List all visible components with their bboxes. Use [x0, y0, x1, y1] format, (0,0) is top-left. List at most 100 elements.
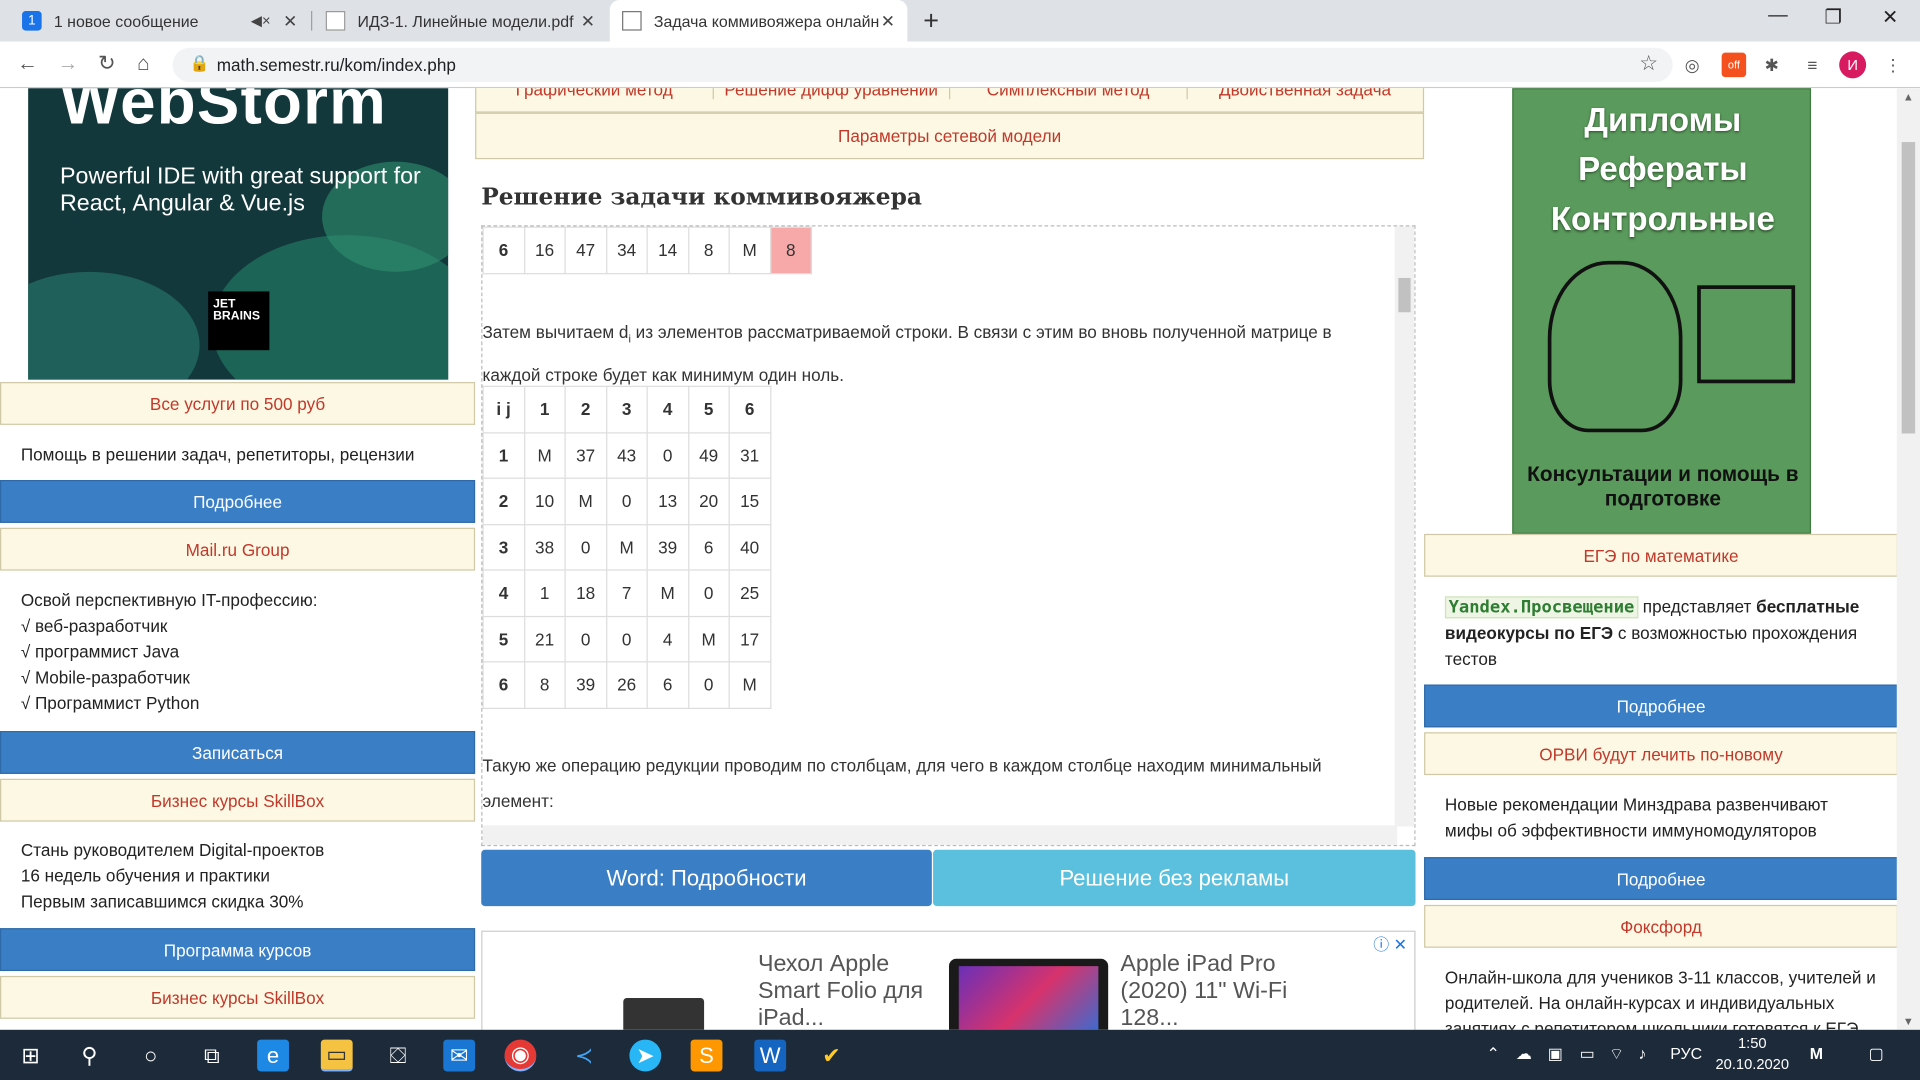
- tab-tsp[interactable]: Задача коммивояжера онлайн ✕: [609, 0, 908, 42]
- tray-app-icon[interactable]: ▣: [1548, 1044, 1563, 1064]
- bookmark-star-icon[interactable]: ☆: [1639, 51, 1658, 75]
- details-button[interactable]: Подробнее: [0, 480, 476, 523]
- diploma-ad[interactable]: Дипломы Рефераты Контрольные Консультаци…: [1512, 88, 1812, 534]
- card-line: √ программист Java: [20, 641, 180, 662]
- window-close-icon[interactable]: ✕: [1882, 5, 1898, 29]
- battery-icon[interactable]: ▭: [1580, 1044, 1595, 1064]
- scroll-thumb[interactable]: [1398, 277, 1411, 313]
- scroll-thumb[interactable]: [1901, 142, 1916, 434]
- word-details-button[interactable]: Word: Подробности: [481, 849, 932, 907]
- product-image[interactable]: [623, 997, 705, 1030]
- search-icon[interactable]: ⚲: [73, 1040, 105, 1072]
- profile-avatar[interactable]: И: [1839, 51, 1867, 79]
- table-cell: 8: [523, 661, 566, 709]
- product-ad[interactable]: Чехол Apple Smart Folio для iPad... Appl…: [481, 930, 1416, 1030]
- card-title[interactable]: Mail.ru Group: [0, 527, 476, 571]
- mail-badge-icon: 1: [22, 11, 42, 31]
- extension-off-icon[interactable]: off: [1721, 52, 1747, 78]
- word-icon[interactable]: W: [754, 1039, 787, 1072]
- new-tab-icon[interactable]: +: [923, 5, 939, 37]
- page-scrollbar[interactable]: ▲ ▼: [1896, 88, 1920, 1030]
- todo-icon[interactable]: ✔: [816, 1040, 848, 1072]
- close-tab-icon[interactable]: ✕: [283, 10, 297, 31]
- table-row: 5 21 0 0 4 M 17: [482, 615, 771, 663]
- table-header-cell: 2: [564, 385, 607, 433]
- solution-frame[interactable]: 6 16 47 34 14 8 M 8 Затем вычитаем di из…: [481, 225, 1416, 847]
- details-button[interactable]: Подробнее: [1424, 684, 1898, 728]
- details-button[interactable]: Подробнее: [1424, 857, 1898, 901]
- lock-icon[interactable]: 🔒: [190, 54, 210, 74]
- card-title[interactable]: Все услуги по 500 руб: [0, 382, 476, 425]
- notifications-icon[interactable]: ▢: [1869, 1044, 1884, 1064]
- tab-mail[interactable]: 1 1 новое сообщение ◀× ✕: [10, 0, 310, 42]
- maximize-icon[interactable]: ❐: [1825, 5, 1843, 29]
- url-text[interactable]: math.semestr.ru/kom/index.php: [217, 55, 456, 75]
- chrome-icon[interactable]: ◉: [504, 1039, 537, 1072]
- card-title[interactable]: Фоксфорд: [1424, 904, 1898, 948]
- media-queue-icon[interactable]: ≡: [1800, 53, 1824, 77]
- enroll-button[interactable]: Записаться: [0, 731, 476, 774]
- tab-pdf[interactable]: ИДЗ-1. Линейные модели.pdf ✕: [313, 0, 607, 42]
- nav-link-dual[interactable]: Двойственная задача: [1187, 88, 1423, 99]
- minimize-icon[interactable]: —: [1768, 5, 1788, 27]
- home-icon[interactable]: ⌂: [137, 51, 150, 75]
- ad-product-text[interactable]: Чехол Apple Smart Folio для iPad...: [758, 951, 942, 1029]
- cortana-icon[interactable]: ○: [135, 1040, 167, 1072]
- ad-choices-icon[interactable]: ⓘ ✕: [1373, 932, 1407, 955]
- table-cell: 0: [687, 569, 730, 617]
- forward-icon[interactable]: →: [58, 51, 79, 75]
- app-tray-icon[interactable]: M: [1810, 1044, 1823, 1062]
- address-bar[interactable]: 🔒 math.semestr.ru/kom/index.php ☆: [172, 47, 1673, 83]
- telegram-icon[interactable]: ➤: [629, 1039, 662, 1072]
- table-cell: M: [728, 226, 771, 274]
- card-title[interactable]: ЕГЭ по математике: [1424, 533, 1898, 577]
- close-tab-icon[interactable]: ✕: [581, 10, 595, 31]
- volume-icon[interactable]: ♪: [1638, 1044, 1646, 1062]
- language-indicator[interactable]: РУС: [1670, 1044, 1702, 1062]
- webstorm-ad[interactable]: WebStorm Powerful IDE with great support…: [28, 88, 449, 380]
- extension-icon[interactable]: ◎: [1680, 53, 1704, 77]
- frame-scrollbar-horizontal[interactable]: [482, 825, 1398, 845]
- card-title[interactable]: Бизнес курсы SkillBox: [0, 975, 476, 1019]
- vscode-icon[interactable]: ≺: [568, 1040, 600, 1072]
- ad-product-text[interactable]: Apple iPad Pro (2020) 11" Wi-Fi 128...: [1120, 951, 1304, 1029]
- frame-scrollbar-vertical[interactable]: [1394, 226, 1415, 827]
- scroll-up-icon[interactable]: ▲: [1903, 91, 1914, 103]
- clock[interactable]: 1:50 20.10.2020: [1709, 1033, 1795, 1075]
- table-cell: 0: [687, 661, 730, 709]
- nav-link-graphic[interactable]: Графический метод: [476, 88, 714, 100]
- nav-link-diffeq[interactable]: Решение дифф уравнений: [713, 88, 951, 100]
- no-ads-button[interactable]: Решение без рекламы: [933, 849, 1416, 907]
- store-icon[interactable]: ⛋: [382, 1040, 414, 1072]
- start-icon[interactable]: ⊞: [15, 1040, 47, 1072]
- task-view-icon[interactable]: ⧉: [196, 1040, 228, 1072]
- edge-icon[interactable]: e: [257, 1039, 289, 1072]
- card-title[interactable]: ОРВИ будут лечить по-новому: [1424, 732, 1898, 776]
- sublime-icon[interactable]: S: [690, 1039, 723, 1072]
- card-line: 16 недель обучения и практики: [20, 865, 270, 886]
- nav-link-network[interactable]: Параметры сетевой модели: [475, 112, 1425, 160]
- puzzle-icon[interactable]: ✱: [1760, 53, 1784, 77]
- mute-icon[interactable]: ◀×: [251, 12, 271, 29]
- program-button[interactable]: Программа курсов: [0, 928, 476, 972]
- table-header-cell: 1: [523, 385, 566, 433]
- table-cell: 6: [482, 661, 525, 709]
- wifi-icon[interactable]: ⌔: [1609, 1044, 1624, 1064]
- menu-icon[interactable]: ⋮: [1881, 53, 1905, 77]
- back-icon[interactable]: ←: [17, 51, 38, 75]
- mail-icon[interactable]: ✉: [443, 1039, 476, 1072]
- screen: 1 1 новое сообщение ◀× ✕ ИДЗ-1. Линейные…: [0, 0, 1920, 1080]
- nav-link-simplex[interactable]: Симплексный метод: [950, 88, 1188, 100]
- close-tab-icon[interactable]: ✕: [881, 10, 895, 31]
- table-cell: 21: [523, 615, 566, 663]
- table-cell: 1: [523, 569, 566, 617]
- product-image[interactable]: [948, 958, 1109, 1030]
- scroll-down-icon[interactable]: ▼: [1903, 1015, 1914, 1027]
- table-cell: 15: [728, 477, 771, 525]
- explorer-icon[interactable]: ▭: [320, 1039, 353, 1072]
- reload-icon[interactable]: ↻: [98, 51, 115, 75]
- onedrive-icon[interactable]: ☁: [1516, 1044, 1532, 1064]
- tray-expand-icon[interactable]: ⌃: [1487, 1044, 1500, 1064]
- table-cell: 37: [564, 431, 607, 479]
- card-title[interactable]: Бизнес курсы SkillBox: [0, 778, 476, 822]
